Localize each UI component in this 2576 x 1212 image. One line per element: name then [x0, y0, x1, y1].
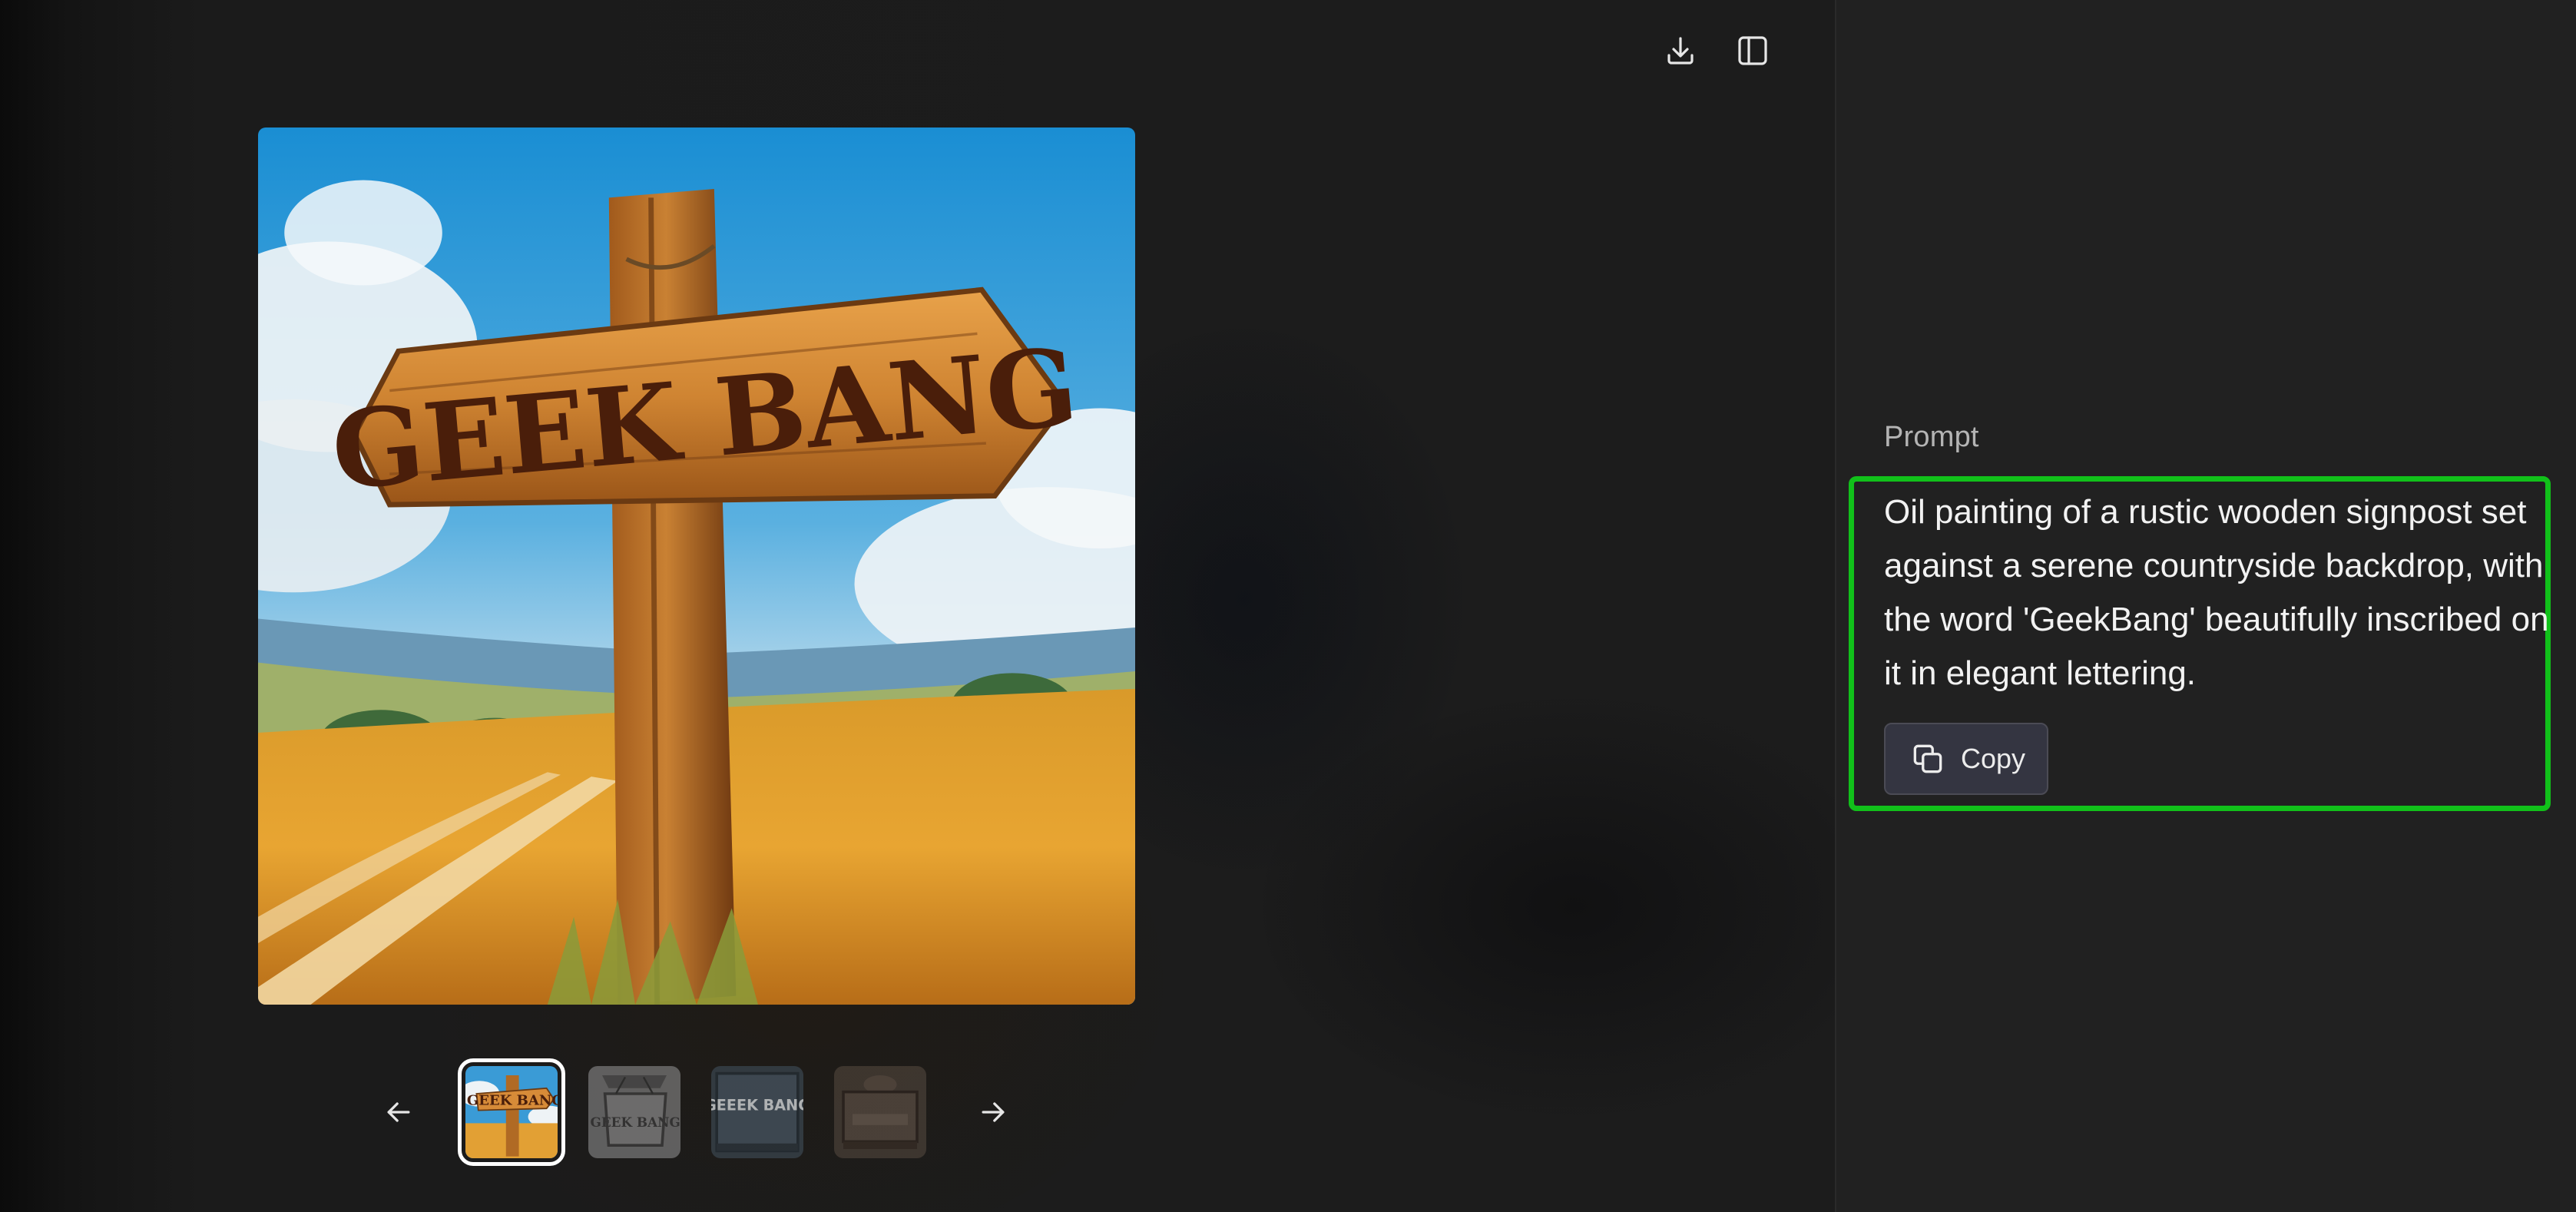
thumbnail-1[interactable]: GEEK BANG	[458, 1058, 565, 1166]
toggle-sidebar-button[interactable]	[1728, 26, 1777, 75]
thumbnail-1-sign-text: GEEK BANG	[467, 1092, 558, 1108]
download-icon	[1667, 37, 1694, 65]
thumbnail-3[interactable]: GEEEK BANG	[711, 1066, 803, 1158]
previous-image-button[interactable]	[373, 1087, 424, 1137]
prompt-text: Oil painting of a rustic wooden signpost…	[1884, 493, 2549, 692]
thumbnail-4[interactable]	[834, 1066, 926, 1158]
prompt-side-panel: Prompt Oil painting of a rustic wooden s…	[1835, 0, 2576, 1212]
image-viewer-app: GEEK BANG GEEK BANG GEEK BANG EEEK BAN P…	[0, 0, 2576, 1212]
arrow-left-icon	[387, 1102, 410, 1122]
thumbnail-2-sign-text: GEEK BANG	[591, 1114, 680, 1130]
main-generated-image: GEEK BANG	[258, 127, 1135, 1005]
copy-icon	[1913, 744, 1942, 773]
thumbnail-3-sign-text: GEEEK BANG	[711, 1097, 803, 1114]
download-button[interactable]	[1656, 26, 1705, 75]
prompt-label: Prompt	[1884, 421, 1979, 453]
thumbnail-2[interactable]: GEEK BANG	[588, 1066, 680, 1158]
next-image-button[interactable]	[968, 1087, 1018, 1137]
copy-label: Copy	[1961, 743, 2026, 774]
sidebar-toggle-icon	[1738, 36, 1767, 65]
arrow-right-icon	[982, 1102, 1005, 1122]
image-viewer: GEEK BANG GEEK BANG GEEK BANG EEEK BAN	[0, 0, 1835, 1212]
copy-button[interactable]: Copy	[1884, 723, 2048, 795]
